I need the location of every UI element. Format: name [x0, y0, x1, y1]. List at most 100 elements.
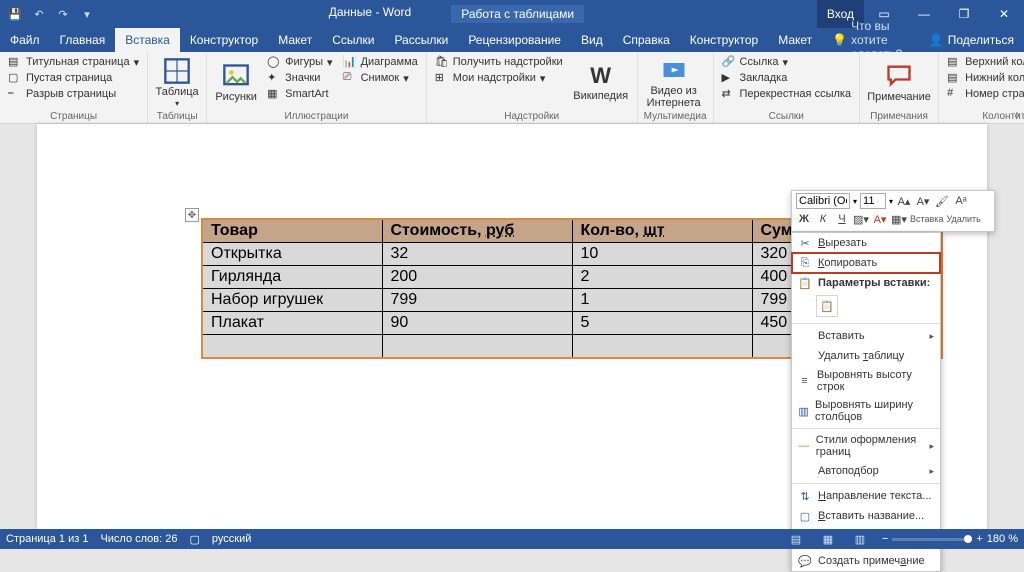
styles-icon[interactable]: Aᵃ [953, 193, 969, 209]
bookmark-button[interactable]: ▶Закладка [720, 70, 854, 86]
bold-icon[interactable]: Ж [796, 211, 812, 227]
footer-button[interactable]: ▤Нижний колонтитул▾ [945, 70, 1024, 86]
smartart-button[interactable]: ▦SmartArt [265, 86, 334, 102]
mini-insert-label[interactable]: Вставка [910, 214, 943, 224]
save-icon[interactable]: 💾 [6, 5, 24, 23]
underline-icon[interactable]: Ч [834, 211, 850, 227]
chevron-down-icon[interactable]: ▾ [889, 197, 893, 206]
menu-border-styles[interactable]: —Стили оформления границ▸ [792, 431, 940, 461]
comment-button[interactable]: Примечание [866, 54, 932, 111]
menu-copy[interactable]: ⎘Копировать [792, 253, 940, 273]
cover-page-button[interactable]: ▤Титульная страница▾ [6, 54, 141, 70]
tab-home[interactable]: Главная [50, 28, 116, 52]
menu-delete-table[interactable]: Удалить таблицу [792, 346, 940, 366]
group-comments: Примечание Примечания [860, 52, 939, 123]
maximize-icon[interactable]: ❐ [944, 0, 984, 28]
tab-help[interactable]: Справка [613, 28, 680, 52]
tab-insert[interactable]: Вставка [115, 28, 180, 52]
crossref-icon: ⇄ [722, 87, 736, 101]
minimize-icon[interactable]: — [904, 0, 944, 28]
context-menu: ✂Вырезать ⎘Копировать 📋Параметры вставки… [791, 232, 941, 572]
tab-view[interactable]: Вид [571, 28, 613, 52]
table-move-handle[interactable]: ✥ [185, 208, 199, 222]
tab-table-layout[interactable]: Макет [768, 28, 822, 52]
menu-cut[interactable]: ✂Вырезать [792, 233, 940, 253]
menu-distribute-rows[interactable]: ≡Выровнять высоту строк [792, 366, 940, 396]
tab-mailings[interactable]: Рассылки [384, 28, 458, 52]
font-family-input[interactable] [796, 193, 850, 209]
my-addins-button[interactable]: ⊞Мои надстройки▾ [433, 70, 565, 86]
header-button[interactable]: ▤Верхний колонтитул▾ [945, 54, 1024, 70]
screenshot-button[interactable]: ⎚Снимок▾ [341, 70, 420, 86]
smartart-icon: ▦ [267, 87, 281, 101]
highlight-icon[interactable]: ▨▾ [853, 211, 869, 227]
th-product[interactable]: Товар [202, 219, 382, 243]
chevron-right-icon: ▸ [929, 441, 934, 452]
paste-option-button[interactable]: 📋 [816, 295, 838, 317]
pictures-icon [222, 62, 250, 90]
video-icon [660, 56, 688, 84]
table-button[interactable]: Таблица▾ [154, 54, 200, 111]
tell-me[interactable]: 💡Что вы хотите сделать? [822, 28, 919, 52]
share-button[interactable]: 👤Поделиться [919, 28, 1024, 52]
get-addins-button[interactable]: 🛍Получить надстройки [433, 54, 565, 70]
tab-design[interactable]: Конструктор [180, 28, 268, 52]
paste-icon: 📋 [798, 276, 812, 290]
collapse-ribbon-icon[interactable]: ˄ [1014, 110, 1020, 121]
grow-font-icon[interactable]: A▴ [896, 193, 912, 209]
link-button[interactable]: 🔗Ссылка▾ [720, 54, 854, 70]
chevron-down-icon[interactable]: ▾ [853, 197, 857, 206]
font-size-input[interactable] [860, 193, 886, 209]
tab-file[interactable]: Файл [0, 28, 50, 52]
zoom-in-icon[interactable]: + [976, 533, 982, 545]
close-icon[interactable]: ✕ [984, 0, 1024, 28]
wikipedia-button[interactable]: WВикипедия [571, 54, 631, 111]
icons-button[interactable]: ✦Значки [265, 70, 334, 86]
cover-page-icon: ▤ [8, 55, 22, 69]
tab-references[interactable]: Ссылки [322, 28, 384, 52]
status-language[interactable]: русский [212, 533, 251, 545]
chart-button[interactable]: 📊Диаграмма [341, 54, 420, 70]
page-number-button[interactable]: #Номер страницы▾ [945, 86, 1024, 102]
th-qty[interactable]: Кол-во, шт [572, 219, 752, 243]
zoom-slider[interactable] [892, 538, 972, 541]
menu-autofit[interactable]: Автоподбор▸ [792, 461, 940, 481]
mini-delete-label[interactable]: Удалить [946, 214, 980, 224]
font-color-icon[interactable]: A▾ [872, 211, 888, 227]
menu-insert[interactable]: Вставить▸ [792, 326, 940, 346]
format-painter-icon[interactable]: 🖌 [934, 193, 950, 209]
menu-new-comment[interactable]: 💬Создать примечание [792, 551, 940, 571]
page-break-button[interactable]: ⎯Разрыв страницы [6, 86, 141, 102]
borders-icon[interactable]: ▦▾ [891, 211, 907, 227]
undo-icon[interactable]: ↶ [30, 5, 48, 23]
th-cost[interactable]: Стоимость, руб [382, 219, 572, 243]
cross-reference-button[interactable]: ⇄Перекрестная ссылка [720, 86, 854, 102]
bulb-icon: 💡 [832, 33, 847, 47]
qat-dropdown-icon[interactable]: ▾ [78, 5, 96, 23]
blank-page-button[interactable]: ▢Пустая страница [6, 70, 141, 86]
view-print-icon[interactable]: ▦ [818, 531, 838, 547]
view-web-icon[interactable]: ▥ [850, 531, 870, 547]
zoom-out-icon[interactable]: − [882, 533, 888, 545]
text-dir-icon: ⇅ [798, 489, 812, 503]
shapes-button[interactable]: ◯Фигуры▾ [265, 54, 334, 70]
shrink-font-icon[interactable]: A▾ [915, 193, 931, 209]
tab-layout[interactable]: Макет [268, 28, 322, 52]
online-video-button[interactable]: Видео из Интернета [644, 54, 704, 111]
pictures-button[interactable]: Рисунки [213, 54, 259, 111]
ribbon: ▤Титульная страница▾ ▢Пустая страница ⎯Р… [0, 52, 1024, 124]
redo-icon[interactable]: ↷ [54, 5, 72, 23]
menu-insert-caption[interactable]: ▢Вставить название... [792, 506, 940, 526]
rows-icon: ≡ [798, 374, 811, 388]
tab-review[interactable]: Рецензирование [458, 28, 571, 52]
status-words[interactable]: Число слов: 26 [100, 533, 177, 545]
icons-icon: ✦ [267, 71, 281, 85]
status-page[interactable]: Страница 1 из 1 [6, 533, 88, 545]
menu-distribute-cols[interactable]: ▥Выровнять ширину столбцов [792, 396, 940, 426]
view-read-icon[interactable]: ▤ [786, 531, 806, 547]
zoom-level[interactable]: 180 % [987, 533, 1018, 545]
menu-text-direction[interactable]: ⇅Направление текста... [792, 486, 940, 506]
tab-table-design[interactable]: Конструктор [680, 28, 768, 52]
status-proofing-icon[interactable]: ▢ [190, 533, 200, 546]
italic-icon[interactable]: К [815, 211, 831, 227]
